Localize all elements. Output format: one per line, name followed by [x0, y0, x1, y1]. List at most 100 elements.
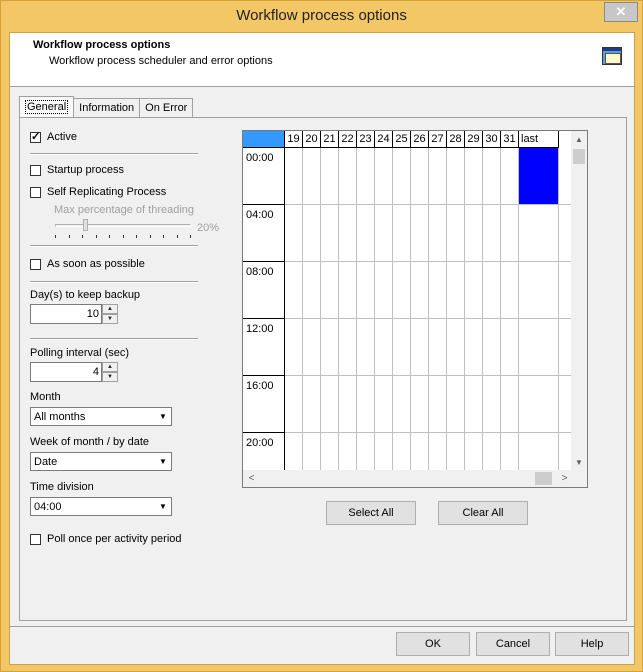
vertical-scrollbar[interactable]: ▲ ▼: [571, 131, 587, 471]
tab-strip: General Information On Error: [19, 96, 194, 118]
poll-once-checkbox[interactable]: Poll once per activity period: [30, 533, 182, 545]
chevron-down-icon[interactable]: ▼: [155, 408, 171, 425]
title-bar[interactable]: Workflow process options ✕: [1, 1, 642, 32]
spin-down-icon[interactable]: ▼: [102, 372, 118, 382]
slider-ticks: [55, 235, 191, 239]
grid-line: [446, 148, 447, 471]
select-all-button[interactable]: Select All: [326, 501, 416, 525]
general-tab-panel: Active Startup process Self Replicating …: [19, 117, 627, 621]
slider-track: [55, 224, 191, 227]
scroll-corner: [571, 470, 587, 487]
grid-column-header[interactable]: 29: [465, 131, 483, 148]
threading-value: 20%: [197, 222, 220, 234]
time-division-select[interactable]: 04:00 ▼: [30, 497, 172, 516]
grid-line: [428, 148, 429, 471]
tab-general[interactable]: General: [19, 96, 75, 117]
active-checkbox[interactable]: Active: [30, 130, 77, 143]
grid-row-header[interactable]: 04:00: [243, 205, 285, 262]
spin-up-icon[interactable]: ▲: [102, 304, 118, 314]
clear-all-button[interactable]: Clear All: [438, 501, 528, 525]
grid-line: [558, 148, 559, 471]
grid-row-header[interactable]: 08:00: [243, 262, 285, 319]
grid-column-header[interactable]: 20: [303, 131, 321, 148]
week-select[interactable]: Date ▼: [30, 452, 172, 471]
active-label: Active: [47, 131, 77, 143]
tab-on-error[interactable]: On Error: [139, 98, 194, 117]
grid-column-header[interactable]: 25: [393, 131, 411, 148]
separator: [30, 281, 198, 283]
schedule-grid-cells[interactable]: 19 20 21 22 23 24 25 26 27 28 29 30 31 last 00:00 04:00…: [243, 131, 573, 471]
grid-line: [392, 148, 393, 471]
grid-line: [320, 148, 321, 471]
grid-column-header[interactable]: 23: [357, 131, 375, 148]
grid-column-header[interactable]: 28: [447, 131, 465, 148]
separator: [30, 338, 198, 340]
scroll-thumb[interactable]: [573, 149, 585, 164]
time-division-value: 04:00: [34, 501, 62, 513]
grid-line: [285, 318, 573, 319]
checkbox-icon: [30, 164, 41, 176]
grid-column-header[interactable]: 24: [375, 131, 393, 148]
self-replicating-checkbox[interactable]: Self Replicating Process: [30, 186, 166, 198]
week-value: Date: [34, 456, 58, 468]
grid-row-header[interactable]: 16:00: [243, 376, 285, 433]
threading-slider[interactable]: [55, 219, 191, 241]
spinner-buttons[interactable]: ▲ ▼: [102, 304, 118, 324]
self-replicating-label: Self Replicating Process: [47, 186, 167, 198]
grid-column-header[interactable]: 19: [285, 131, 303, 148]
grid-column-header[interactable]: last: [519, 131, 559, 148]
close-button[interactable]: ✕: [604, 2, 638, 22]
spin-up-icon[interactable]: ▲: [102, 362, 118, 372]
grid-column-header[interactable]: 31: [501, 131, 519, 148]
dialog-header: Workflow process options Workflow proces…: [10, 33, 634, 87]
header-subtitle: Workflow process scheduler and error opt…: [49, 55, 273, 67]
scroll-left-icon[interactable]: <: [243, 470, 260, 487]
grid-row-header[interactable]: 00:00: [243, 148, 285, 205]
grid-cell-selected[interactable]: [519, 148, 558, 204]
grid-line: [285, 432, 573, 433]
scroll-thumb[interactable]: [535, 472, 552, 485]
month-select[interactable]: All months ▼: [30, 407, 172, 426]
chevron-down-icon[interactable]: ▼: [155, 453, 171, 470]
time-division-label: Time division: [30, 481, 94, 493]
chevron-down-icon[interactable]: ▼: [155, 498, 171, 515]
grid-corner[interactable]: [243, 131, 285, 148]
grid-column-header[interactable]: 27: [429, 131, 447, 148]
spinner-buttons[interactable]: ▲ ▼: [102, 362, 118, 382]
schedule-grid[interactable]: 19 20 21 22 23 24 25 26 27 28 29 30 31 last 00:00 04:00…: [242, 130, 588, 488]
startup-process-checkbox[interactable]: Startup process: [30, 164, 124, 176]
threading-label: Max percentage of threading: [54, 204, 195, 216]
grid-row-header[interactable]: 20:00: [243, 433, 285, 471]
close-icon: ✕: [615, 4, 627, 19]
window-title: Workflow process options: [236, 7, 407, 24]
help-button[interactable]: Help: [555, 632, 629, 656]
backup-input[interactable]: 10: [30, 304, 102, 324]
grid-line: [410, 148, 411, 471]
slider-thumb[interactable]: [83, 219, 88, 231]
grid-row-header[interactable]: 12:00: [243, 319, 285, 376]
checkbox-checked-icon: [30, 130, 41, 143]
separator: [30, 153, 198, 155]
cancel-button[interactable]: Cancel: [476, 632, 550, 656]
week-label: Week of month / by date: [30, 436, 150, 448]
grid-column-header[interactable]: 30: [483, 131, 501, 148]
scroll-up-icon[interactable]: ▲: [571, 131, 587, 148]
month-label: Month: [30, 391, 61, 403]
scroll-down-icon[interactable]: ▼: [571, 454, 587, 471]
tab-information[interactable]: Information: [73, 98, 141, 117]
dialog-footer: OK Cancel Help: [10, 626, 634, 664]
month-value: All months: [34, 411, 86, 423]
backup-label: Day(s) to keep backup: [30, 289, 141, 301]
grid-line: [374, 148, 375, 471]
polling-input[interactable]: 4: [30, 362, 102, 382]
grid-column-header[interactable]: 26: [411, 131, 429, 148]
ok-button[interactable]: OK: [396, 632, 470, 656]
grid-column-header[interactable]: 22: [339, 131, 357, 148]
horizontal-scrollbar[interactable]: < >: [243, 470, 573, 487]
poll-once-label: Poll once per activity period: [47, 533, 182, 545]
grid-line: [464, 148, 465, 471]
spin-down-icon[interactable]: ▼: [102, 314, 118, 324]
asap-checkbox[interactable]: As soon as possible: [30, 258, 145, 270]
grid-line: [500, 148, 501, 471]
grid-column-header[interactable]: 21: [321, 131, 339, 148]
